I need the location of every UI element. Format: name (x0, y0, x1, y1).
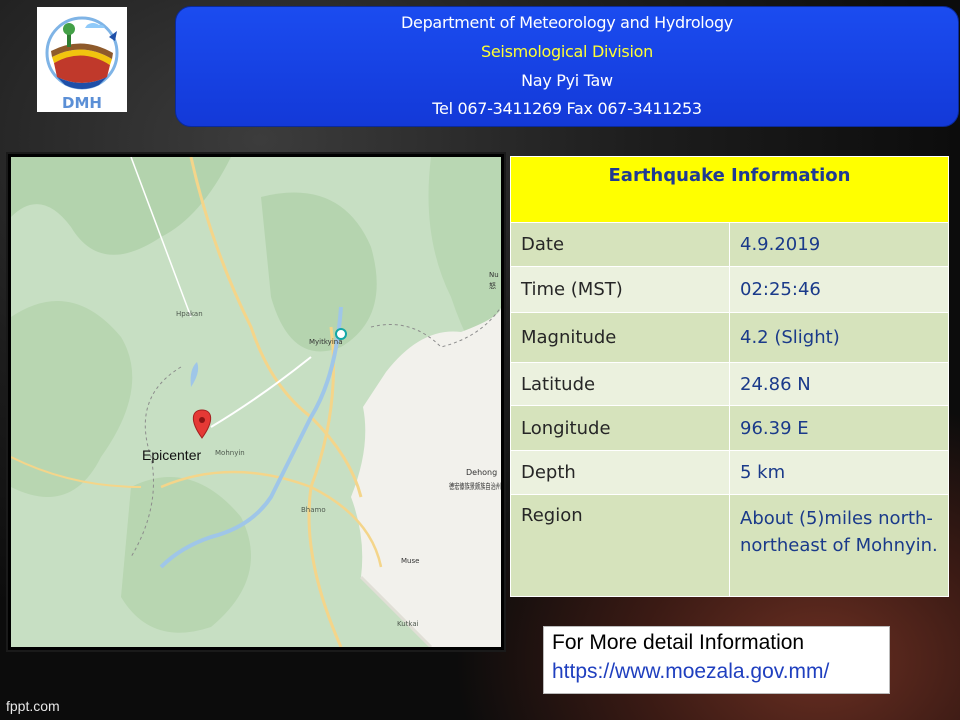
date-value: 4.9.2019 (729, 222, 949, 267)
logo-text: DMH (62, 94, 102, 112)
map-label-nu: Nu (489, 271, 499, 279)
epicenter-label: Epicenter (142, 447, 201, 463)
city-name: Nay Pyi Taw (521, 71, 613, 90)
depth-label: Depth (510, 450, 730, 495)
depth-value: 5 km (729, 450, 949, 495)
map-label-dehong: Dehong (466, 468, 497, 477)
dmh-logo: DMH (37, 7, 127, 112)
contact-line: Tel 067-3411269 Fax 067-3411253 (432, 99, 702, 118)
footer-brand: fppt.com (6, 698, 60, 714)
division-name: Seismological Division (481, 42, 653, 61)
map-label-kutkai: Kutkai (397, 620, 419, 628)
epicenter-map: Hpakan Myitkyina Mohnyin Bhamo Dehong 德宏… (8, 154, 504, 650)
more-info-box: For More detail Information https://www.… (543, 626, 890, 694)
map-canvas: Hpakan Myitkyina Mohnyin Bhamo Dehong 德宏… (11, 157, 501, 647)
magnitude-value: 4.2 (Slight) (729, 312, 949, 363)
latitude-value: 24.86 N (729, 362, 949, 406)
organization-header: Department of Meteorology and Hydrology … (175, 6, 959, 127)
region-label: Region (510, 494, 730, 597)
table-row: Latitude 24.86 N (510, 362, 949, 406)
latitude-label: Latitude (510, 362, 730, 406)
table-header-row: Earthquake Information (510, 156, 949, 223)
map-label-nu-chinese: 怒 (489, 281, 496, 290)
map-label-bhamo: Bhamo (301, 506, 326, 514)
table-row: Magnitude 4.2 (Slight) (510, 312, 949, 363)
map-label-hpakan: Hpakan (176, 310, 203, 318)
more-info-title: For More detail Information (552, 631, 805, 654)
time-value: 02:25:46 (729, 266, 949, 313)
longitude-value: 96.39 E (729, 405, 949, 451)
longitude-label: Longitude (510, 405, 730, 451)
table-row: Depth 5 km (510, 450, 949, 495)
time-label: Time (MST) (510, 266, 730, 313)
magnitude-label: Magnitude (510, 312, 730, 363)
map-label-muse: Muse (401, 557, 419, 565)
table-row: Longitude 96.39 E (510, 405, 949, 451)
map-label-dehong-chinese: 德宏傣族景颇族自治州 (449, 481, 501, 491)
department-name: Department of Meteorology and Hydrology (401, 13, 733, 32)
table-row: Region About (5)miles north-northeast of… (510, 494, 949, 597)
map-label-myitkyina: Myitkyina (309, 338, 343, 346)
table-row: Date 4.9.2019 (510, 222, 949, 267)
dmh-logo-graphic: DMH (45, 16, 119, 112)
earthquake-info-table: Earthquake Information Date 4.9.2019 Tim… (510, 156, 949, 597)
region-value: About (5)miles north-northeast of Mohnyi… (729, 494, 949, 597)
more-info-link[interactable]: https://www.moezala.gov.mm/ (552, 660, 829, 684)
earthquake-info-title: Earthquake Information (510, 156, 949, 223)
table-row: Time (MST) 02:25:46 (510, 266, 949, 313)
date-label: Date (510, 222, 730, 267)
map-label-mohnyin: Mohnyin (215, 449, 245, 457)
